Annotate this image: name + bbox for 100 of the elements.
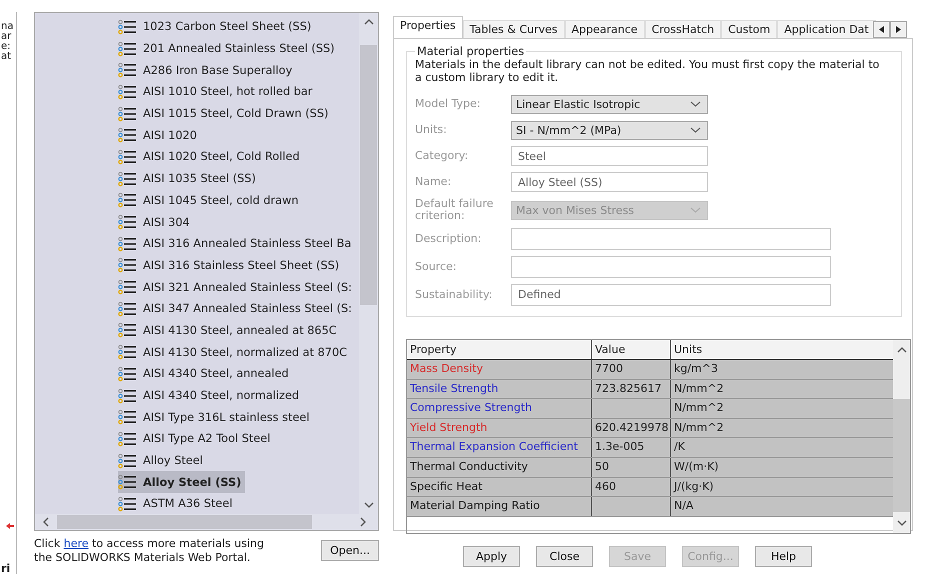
material-list-icon <box>118 236 136 252</box>
tree-item[interactable]: AISI 1035 Steel (SS) <box>118 168 260 190</box>
tree-item[interactable]: 1023 Carbon Steel Sheet (SS) <box>118 16 316 38</box>
material-list-icon <box>118 257 136 274</box>
tree-item[interactable]: AISI 316 Stainless Steel Sheet (SS) <box>118 254 344 276</box>
dialog-button[interactable]: Help <box>755 546 812 567</box>
tab[interactable]: Appearance <box>564 20 645 38</box>
tab-scroll-left-button[interactable] <box>872 21 890 38</box>
tab[interactable]: CrossHatch <box>644 20 722 38</box>
scrollbar[interactable] <box>893 340 910 533</box>
triangle-right-icon <box>896 26 901 33</box>
material-list-icon <box>118 366 136 382</box>
tree-item[interactable]: AISI 1045 Steel, cold drawn <box>118 190 302 212</box>
material-list-icon <box>118 62 136 78</box>
chevron-down-icon <box>690 127 701 133</box>
dropdown[interactable]: SI - N/mm^2 (MPa) <box>511 120 708 140</box>
tree-item[interactable]: Alloy Steel <box>118 450 207 472</box>
material-list-icon <box>118 148 136 165</box>
material-list-icon <box>118 40 136 57</box>
material-list-icon <box>118 452 136 469</box>
input-field[interactable] <box>511 256 831 278</box>
material-list-icon <box>118 84 136 100</box>
cut-text: at <box>1 52 12 62</box>
tree-item[interactable]: AISI 4340 Steel, normalized <box>118 384 304 406</box>
tree-item[interactable]: AISI 1015 Steel, Cold Drawn (SS) <box>118 102 332 124</box>
table-cell: 460 <box>592 478 671 496</box>
tree-item[interactable]: AISI 316 Annealed Stainless Steel Ba <box>118 232 356 255</box>
column-header[interactable]: Value <box>592 340 671 359</box>
table-cell-text: kg/m^3 <box>673 361 719 377</box>
material-list-icon <box>118 474 136 490</box>
field-label: Model Type: <box>415 98 482 110</box>
table-cell: 50 <box>592 458 671 477</box>
cut-text: ar <box>1 32 12 42</box>
table-cell-text: N/mm^2 <box>673 380 725 397</box>
material-list-icon <box>118 344 136 360</box>
field-label: Name: <box>415 176 452 188</box>
material-list-icon <box>118 300 136 317</box>
tree-item[interactable]: AISI Type A2 Tool Steel <box>118 428 274 450</box>
dropdown[interactable]: Linear Elastic Isotropic <box>511 94 708 114</box>
table-cell: Compressive Strength <box>407 399 592 418</box>
input-field[interactable] <box>511 228 831 250</box>
material-list-icon <box>118 430 136 447</box>
tree-item[interactable]: AISI 1010 Steel, hot rolled bar <box>118 81 316 103</box>
triangle-left-icon <box>878 26 884 33</box>
cut-text: ri <box>1 564 12 574</box>
scroll-down-icon[interactable] <box>364 502 374 508</box>
tab[interactable]: Custom <box>721 20 778 38</box>
tree-item[interactable]: ASTM A36 Steel <box>118 493 236 514</box>
field-label: Sustainability: <box>415 289 494 301</box>
material-list-icon <box>118 214 136 230</box>
material-list-icon <box>118 106 136 122</box>
tree-item[interactable]: AISI Type 316L stainless steel <box>118 406 314 428</box>
table-cell: Tensile Strength <box>407 380 592 398</box>
tree-item[interactable]: 201 Annealed Stainless Steel (SS) <box>118 38 339 60</box>
scroll-left-icon[interactable] <box>43 517 49 527</box>
input-field[interactable]: Defined <box>511 284 831 306</box>
tree-item[interactable]: AISI 4340 Steel, annealed <box>118 363 293 385</box>
input-field[interactable]: Alloy Steel (SS) <box>511 172 708 192</box>
dialog-button[interactable]: Apply <box>463 546 520 567</box>
table-cell: Material Damping Ratio <box>407 497 592 516</box>
tree-item[interactable]: AISI 1020 Steel, Cold Rolled <box>118 146 304 168</box>
tree-item[interactable]: AISI 304 <box>118 211 194 233</box>
chevron-down-icon <box>690 101 701 107</box>
tab[interactable]: Application Dat <box>777 20 876 38</box>
column-header[interactable]: Units <box>671 340 893 359</box>
tree-item[interactable]: A286 Iron Base Superalloy <box>118 59 296 82</box>
table-cell: 620.4219978 <box>592 418 671 438</box>
tab-scroll-right-button[interactable] <box>890 21 907 38</box>
column-header[interactable]: Property <box>407 340 592 359</box>
scrollbar[interactable] <box>359 13 378 514</box>
tab[interactable]: Tables & Curves <box>462 20 565 38</box>
here-link[interactable]: here <box>64 537 89 550</box>
tab[interactable]: Properties <box>393 16 463 38</box>
input-field[interactable]: Steel <box>511 146 708 166</box>
table-cell: Yield Strength <box>407 418 592 438</box>
table-cell: 723.825617 <box>592 380 671 398</box>
table-cell-text: N/mm^2 <box>673 420 725 436</box>
tree-item[interactable]: AISI 1020 <box>118 124 201 146</box>
read-only-note: Materials in the default library can not be edited. You must first copy the material to a custom library to edit it. <box>415 58 880 84</box>
field-label: Category: <box>415 150 470 162</box>
scroll-up-icon[interactable] <box>896 347 906 353</box>
material-list-icon <box>118 496 136 512</box>
tree-item[interactable]: AISI 347 Annealed Stainless Steel (S: <box>118 298 356 320</box>
material-list-icon <box>118 127 136 144</box>
table-cell-text: J/(kg·K) <box>672 478 715 495</box>
dialog-button[interactable]: Close <box>536 546 593 567</box>
scrollbar[interactable] <box>35 514 378 530</box>
tree-item[interactable]: AISI 4130 Steel, normalized at 870C <box>118 341 352 363</box>
cut-text: e: <box>1 42 12 52</box>
material-list-icon <box>118 18 136 35</box>
tree-item[interactable]: AISI 4130 Steel, annealed at 865C <box>118 320 341 342</box>
scroll-up-icon[interactable] <box>364 19 374 25</box>
tree-item[interactable]: Alloy Steel (SS) <box>118 471 246 494</box>
table-cell-text: N/mm^2 <box>673 400 725 416</box>
scroll-down-icon[interactable] <box>896 520 906 526</box>
tree-item[interactable]: AISI 321 Annealed Stainless Steel (S: <box>118 276 356 298</box>
table-cell-text: /K <box>673 439 686 456</box>
open-button[interactable]: Open... <box>321 540 379 561</box>
scroll-right-icon[interactable] <box>360 517 366 527</box>
table-cell: Specific Heat <box>407 478 592 496</box>
